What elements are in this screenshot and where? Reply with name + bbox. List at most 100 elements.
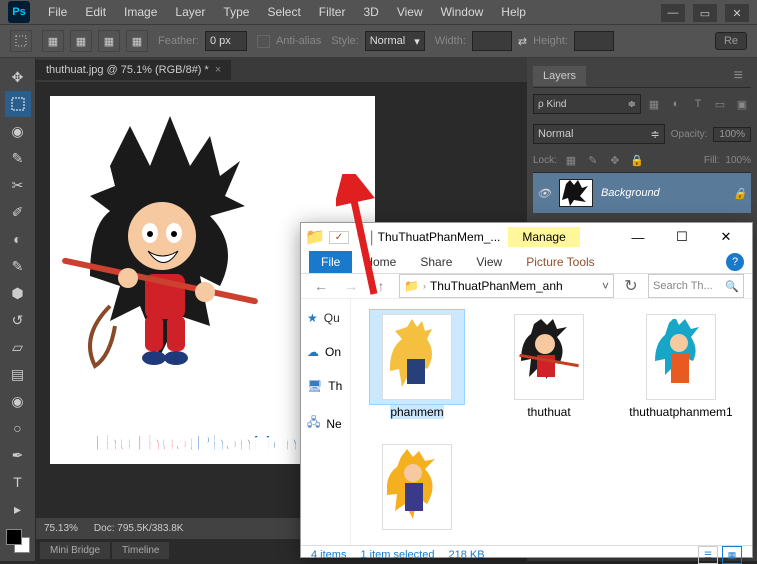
feather-input[interactable]: 0 px [205, 31, 247, 51]
filter-smart-icon[interactable]: ▣ [733, 95, 751, 113]
menu-select[interactable]: Select [259, 3, 308, 21]
fg-color[interactable] [6, 529, 22, 545]
nav-onedrive[interactable]: ☁On [305, 341, 346, 363]
brush-tool-icon[interactable]: ✎ [5, 253, 31, 279]
zoom-level[interactable]: 75.13% [44, 523, 78, 534]
filter-type-icon[interactable]: T [689, 95, 707, 113]
crop-tool-icon[interactable]: ✂ [5, 172, 31, 198]
nav-network[interactable]: 🖧Ne [305, 409, 346, 438]
opacity-input[interactable]: 100% [713, 127, 751, 142]
menu-view[interactable]: View [389, 3, 431, 21]
lasso-tool-icon[interactable]: ◉ [5, 118, 31, 144]
nav-quick-access[interactable]: ★Qu [305, 307, 346, 329]
nav-forward-button[interactable]: → [339, 274, 363, 298]
healing-tool-icon[interactable]: ◐ [5, 226, 31, 252]
explorer-minimize-button[interactable]: — [616, 223, 660, 251]
address-dropdown-icon[interactable]: ˅ [602, 279, 609, 293]
blur-tool-icon[interactable]: ◉ [5, 388, 31, 414]
lock-all-icon[interactable]: 🔒 [629, 152, 645, 168]
lock-transparent-icon[interactable]: ▦ [563, 152, 579, 168]
lock-position-icon[interactable]: ✥ [607, 152, 623, 168]
menu-file[interactable]: File [40, 3, 75, 21]
link-wh-icon[interactable]: ⇄ [518, 35, 527, 48]
marquee-tool-icon[interactable] [5, 91, 31, 117]
minimize-button[interactable]: — [661, 4, 685, 22]
maximize-button[interactable]: ▭ [693, 4, 717, 22]
eraser-tool-icon[interactable]: ▱ [5, 334, 31, 360]
menu-type[interactable]: Type [215, 3, 257, 21]
fill-input[interactable]: 100% [725, 155, 751, 166]
file-list[interactable]: phanmem thuthuat thuthuatphanmem1 [351, 299, 752, 545]
blend-mode-select[interactable]: Normal≑ [533, 124, 665, 144]
visibility-icon[interactable]: 👁 [537, 187, 551, 200]
checkbox-toolbar-icon[interactable]: ✓ [329, 231, 349, 244]
menu-image[interactable]: Image [116, 3, 165, 21]
menu-layer[interactable]: Layer [167, 3, 213, 21]
intersect-selection-icon[interactable]: ▦ [126, 30, 148, 52]
help-icon[interactable]: ? [726, 253, 744, 271]
color-swatches[interactable] [6, 529, 30, 553]
path-select-icon[interactable]: ▸ [5, 496, 31, 522]
refresh-button[interactable]: ↻ [620, 276, 642, 296]
pen-tool-icon[interactable]: ✒ [5, 442, 31, 468]
menu-window[interactable]: Window [433, 3, 492, 21]
menu-3d[interactable]: 3D [355, 3, 386, 21]
dodge-tool-icon[interactable]: ○ [5, 415, 31, 441]
refine-edge-button[interactable]: Re [715, 32, 747, 50]
style-select[interactable]: Normal▾ [365, 31, 425, 51]
file-item-thuthuatphanmem1[interactable]: thuthuatphanmem1 [625, 309, 737, 419]
explorer-maximize-button[interactable]: ☐ [660, 223, 704, 251]
add-selection-icon[interactable]: ▦ [70, 30, 92, 52]
document-tab[interactable]: thuthuat.jpg @ 75.1% (RGB/8#) * × [36, 60, 231, 80]
explorer-close-button[interactable]: ✕ [704, 223, 748, 251]
filter-shape-icon[interactable]: ▭ [711, 95, 729, 113]
menu-help[interactable]: Help [493, 3, 534, 21]
history-brush-icon[interactable]: ↺ [5, 307, 31, 333]
anti-alias-checkbox[interactable] [257, 35, 270, 48]
layers-panel-tab[interactable]: Layers [533, 66, 586, 86]
mini-bridge-tab[interactable]: Mini Bridge [40, 542, 110, 559]
close-button[interactable]: ✕ [725, 4, 749, 22]
stamp-tool-icon[interactable]: ⬢ [5, 280, 31, 306]
manage-context-tab[interactable]: Manage [508, 227, 579, 247]
ribbon-picture-tools-tab[interactable]: Picture Tools [514, 251, 606, 273]
lock-pixels-icon[interactable]: ✎ [585, 152, 601, 168]
ribbon-view-tab[interactable]: View [464, 251, 514, 273]
layer-thumbnail[interactable] [559, 179, 593, 207]
explorer-titlebar[interactable]: 📁 ✓ ▾ | ThuThuatPhanMem_... Manage — ☐ ✕ [301, 223, 752, 251]
filter-kind-select[interactable]: ρ Kind≑ [533, 94, 641, 114]
quick-select-tool-icon[interactable]: ✎ [5, 145, 31, 171]
ribbon-file-tab[interactable]: File [309, 251, 352, 273]
layer-background[interactable]: 👁 Background 🔒 [533, 173, 751, 213]
menu-edit[interactable]: Edit [77, 3, 114, 21]
search-input[interactable]: Search Th... 🔍 [648, 274, 744, 298]
details-view-button[interactable]: ☰ [698, 546, 718, 564]
nav-this-pc[interactable]: 🖥Th [305, 375, 346, 397]
nav-up-button[interactable]: ↑ [369, 274, 393, 298]
breadcrumb-caret-icon[interactable]: › [423, 281, 426, 291]
move-tool-icon[interactable]: ✥ [5, 64, 31, 90]
tab-close-icon[interactable]: × [215, 64, 221, 76]
address-bar[interactable]: 📁 › ThuThuatPhanMem_anh ˅ [399, 274, 614, 298]
folder-icon: 📁 [305, 227, 325, 247]
nav-pane[interactable]: ★Qu ☁On 🖥Th 🖧Ne [301, 299, 351, 545]
file-item-thuthuat[interactable]: thuthuat [493, 309, 605, 419]
marquee-tool-preset-icon[interactable] [10, 30, 32, 52]
file-item-phanmem[interactable]: phanmem [361, 309, 473, 419]
filter-adjust-icon[interactable]: ◐ [667, 95, 685, 113]
panel-menu-icon[interactable]: ≡ [726, 67, 751, 85]
file-item-4[interactable] [361, 439, 473, 535]
type-tool-icon[interactable]: T [5, 469, 31, 495]
eyedropper-tool-icon[interactable]: ✐ [5, 199, 31, 225]
ribbon-home-tab[interactable]: Home [352, 251, 408, 273]
menu-filter[interactable]: Filter [311, 3, 354, 21]
filter-pixel-icon[interactable]: ▦ [645, 95, 663, 113]
new-selection-icon[interactable]: ▦ [42, 30, 64, 52]
timeline-tab[interactable]: Timeline [112, 542, 169, 559]
nav-back-button[interactable]: ← [309, 274, 333, 298]
breadcrumb-folder[interactable]: ThuThuatPhanMem_anh [430, 279, 563, 293]
ribbon-share-tab[interactable]: Share [408, 251, 464, 273]
subtract-selection-icon[interactable]: ▦ [98, 30, 120, 52]
gradient-tool-icon[interactable]: ▤ [5, 361, 31, 387]
thumbnails-view-button[interactable]: ▦ [722, 546, 742, 564]
